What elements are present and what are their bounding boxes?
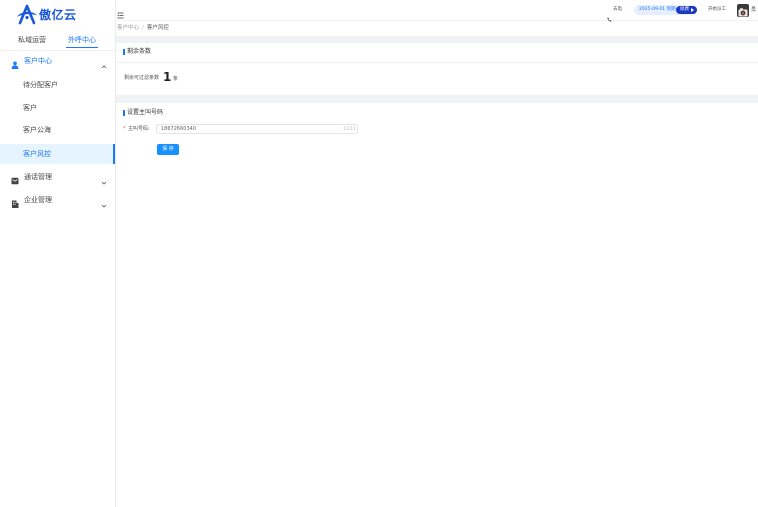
char-counter: 11/11 xyxy=(343,127,356,132)
menu-fold-icon[interactable] xyxy=(117,4,124,19)
expiry-pill: 2025-09-01 到期 续费 xyxy=(634,5,697,15)
section-gap xyxy=(116,95,758,103)
renew-button[interactable]: 续费 xyxy=(676,6,697,14)
section-marker xyxy=(123,110,125,116)
sidebar-item-label: 客户风控 xyxy=(23,150,51,158)
sidebar-item-customer-center[interactable]: 客户中心 xyxy=(0,51,115,71)
sidebar-item-call-management[interactable]: 通话管理 xyxy=(0,167,115,187)
renew-label: 续费 xyxy=(680,7,689,12)
dispatch-link[interactable]: 开始派工 xyxy=(708,7,726,13)
sidebar: 傲亿云 私域运营 外呼中心 客户中心 待分配客户 客户 客户公海 客户风控 通话… xyxy=(0,0,116,507)
section-gap xyxy=(116,36,758,43)
logo-text: 傲亿云 xyxy=(39,8,77,22)
chevron-down-icon xyxy=(101,174,107,185)
sidebar-item-label: 客户中心 xyxy=(24,57,52,65)
breadcrumb-current-page: 客户风控 xyxy=(146,25,169,31)
sidebar-item-label: 客户公海 xyxy=(23,126,51,134)
breadcrumb-separator: / xyxy=(142,25,144,31)
section-divider xyxy=(116,62,758,63)
active-tab-indicator xyxy=(66,47,98,48)
expiry-date-text: 2025-09-01 到期 xyxy=(639,7,676,12)
breadcrumb: 客户中心 / 客户风控 xyxy=(117,24,169,32)
quota-label: 剩余可过滤条数 xyxy=(124,75,160,81)
call-log-icon xyxy=(11,173,19,185)
sidebar-item-pending-customers[interactable]: 待分配客户 xyxy=(0,75,115,95)
required-mark: * xyxy=(123,126,126,132)
sidebar-item-label: 企业管理 xyxy=(24,196,52,204)
sidebar-item-customers[interactable]: 客户 xyxy=(0,98,115,118)
arrow-right-icon xyxy=(691,8,694,12)
quota-unit: 条 xyxy=(173,76,179,82)
user-icon xyxy=(11,57,19,69)
phone-icon xyxy=(607,7,612,22)
sidebar-item-enterprise-management[interactable]: 企业管理 xyxy=(0,190,115,210)
header-divider xyxy=(116,20,758,21)
sidebar-item-label: 客户 xyxy=(23,104,37,112)
sidebar-item-customer-pool[interactable]: 客户公海 xyxy=(0,120,115,140)
sidebar-item-label: 待分配客户 xyxy=(23,81,58,89)
quota-value: 1 xyxy=(163,70,172,84)
logo-a-icon xyxy=(16,4,38,25)
chevron-up-icon xyxy=(101,58,107,69)
caller-number-label: 主叫号码: xyxy=(128,126,150,132)
caller-section-title: 设置主叫号码 xyxy=(127,109,164,116)
sidebar-item-label: 通话管理 xyxy=(24,173,52,181)
call-out-link[interactable]: 去电 xyxy=(613,7,622,13)
tab-private-domain[interactable]: 私域运营 xyxy=(18,36,46,45)
logo[interactable]: 傲亿云 xyxy=(16,4,80,26)
sidebar-item-customer-risk-control[interactable]: 客户风控 xyxy=(0,144,115,164)
section-marker xyxy=(123,49,125,55)
save-button[interactable]: 保 存 xyxy=(157,144,179,155)
quota-section-title: 剩余条数 xyxy=(127,48,152,55)
breadcrumb-customer-center[interactable]: 客户中心 xyxy=(117,25,139,31)
avatar[interactable] xyxy=(737,4,749,17)
tab-outbound-center[interactable]: 外呼中心 xyxy=(68,36,96,45)
caller-number-input[interactable] xyxy=(156,124,358,134)
building-icon xyxy=(11,196,19,208)
chevron-down-icon xyxy=(101,197,107,208)
user-name[interactable]: 员 xyxy=(751,7,756,13)
